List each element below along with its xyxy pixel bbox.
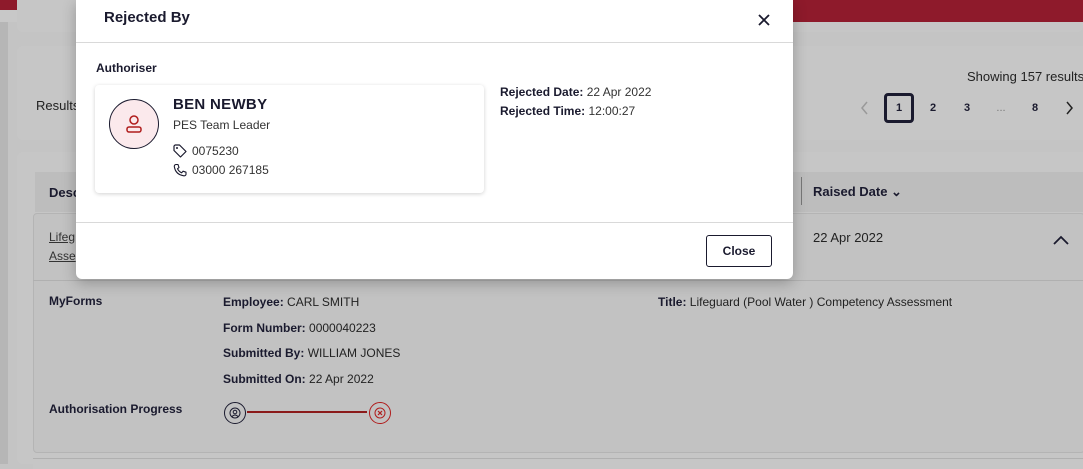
title-label: Title: [658, 295, 687, 309]
modal-footer-divider [76, 222, 793, 223]
header-accent-right [790, 0, 1083, 22]
form-number-label: Form Number: [223, 321, 306, 335]
chevron-right-icon[interactable] [1054, 93, 1083, 123]
rejected-date-label: Rejected Date: [500, 85, 584, 99]
submitted-by-label: Submitted By: [223, 346, 305, 360]
authoriser-employee-id: 0075230 [192, 144, 239, 158]
page-button[interactable]: 1 [884, 93, 914, 123]
phone-icon [173, 163, 187, 177]
modal-title: Rejected By [104, 9, 190, 26]
column-header-raised-date[interactable]: Raised Date ⌄ [813, 184, 902, 200]
employee-label: Employee: [223, 295, 284, 309]
submitted-on-label: Submitted On: [223, 372, 306, 386]
page-button[interactable]: 8 [1020, 93, 1050, 123]
avatar [109, 99, 159, 149]
description-link-line2[interactable]: Asse [49, 249, 76, 263]
column-divider [801, 177, 802, 205]
page-button[interactable]: 3 [952, 93, 982, 123]
rejected-time-value: 12:00:27 [585, 104, 636, 118]
authoriser-role: PES Team Leader [173, 118, 271, 132]
chevron-up-icon[interactable] [1050, 230, 1072, 250]
user-icon [126, 115, 142, 133]
row-divider [33, 280, 1083, 281]
close-icon[interactable] [754, 10, 774, 30]
form-number-value: 0000040223 [309, 321, 376, 335]
user-icon[interactable] [224, 402, 246, 424]
authoriser-heading: Authoriser [96, 61, 157, 75]
section-label: MyForms [49, 294, 103, 308]
title-field: Title: Lifeguard (Pool Water ) Competenc… [658, 295, 952, 309]
description-link[interactable]: Lifeg [49, 230, 75, 244]
modal-header-divider [76, 42, 793, 43]
employee-field: Employee: CARL SMITH [223, 295, 359, 309]
page-ellipsis: ... [996, 102, 1006, 114]
results-count: Showing 157 results [967, 69, 1083, 84]
form-number-field: Form Number: 0000040223 [223, 321, 376, 335]
tag-icon [173, 144, 187, 158]
title-value: Lifeguard (Pool Water ) Competency Asses… [689, 295, 953, 309]
rejected-date-value: 22 Apr 2022 [583, 85, 652, 99]
row-raised-date: 22 Apr 2022 [813, 230, 884, 245]
submitted-by-field: Submitted By: WILLIAM JONES [223, 346, 400, 360]
rejected-time-label: Rejected Time: [500, 104, 586, 118]
page-button[interactable]: 2 [918, 93, 948, 123]
authoriser-name: BEN NEWBY [173, 96, 268, 113]
results-label: Results [36, 98, 80, 113]
authoriser-phone: 03000 267185 [192, 163, 269, 177]
employee-value: CARL SMITH [287, 295, 360, 309]
submitted-on-value: 22 Apr 2022 [309, 372, 374, 386]
left-rail [0, 22, 8, 464]
rejected-icon[interactable] [369, 402, 391, 424]
submitted-on-field: Submitted On: 22 Apr 2022 [223, 372, 374, 386]
chevron-left-icon[interactable] [850, 93, 880, 123]
submitted-by-value: WILLIAM JONES [307, 346, 401, 360]
progress-connector [247, 411, 367, 413]
rejected-date: Rejected Date: 22 Apr 2022 [500, 85, 651, 99]
authorisation-progress-label: Authorisation Progress [49, 402, 183, 416]
close-button[interactable]: Close [706, 235, 772, 267]
pagination: 1 2 3 ... 8 [850, 90, 1083, 126]
rejected-time: Rejected Time: 12:00:27 [500, 104, 635, 118]
